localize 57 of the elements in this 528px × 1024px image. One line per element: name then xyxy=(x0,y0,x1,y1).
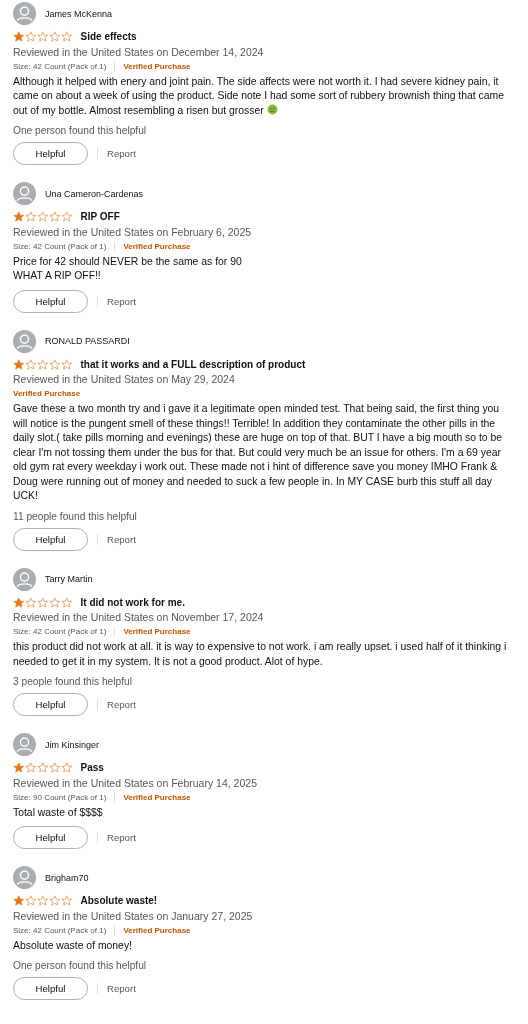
report-link[interactable]: Report xyxy=(107,295,136,307)
report-link[interactable]: Report xyxy=(107,832,136,843)
review-date: Reviewed in the United States on January 27, 2025 xyxy=(13,909,254,922)
helpful-count: One person found this helpful xyxy=(13,125,148,136)
helpful-count: 3 people found this helpful xyxy=(13,676,133,687)
helpful-count: 11 people found this helpful xyxy=(13,510,138,522)
review-date: Reviewed in the United States on December 14, 2024 xyxy=(13,45,265,58)
review-date: Reviewed in the United States on November 17, 2024 xyxy=(13,611,265,623)
report-link[interactable]: Report xyxy=(107,533,136,545)
verified-purchase: Verified Purchase xyxy=(123,627,191,636)
review-title[interactable]: RIP OFF xyxy=(80,211,120,223)
avatar-icon xyxy=(13,2,36,25)
helpful-button[interactable]: Helpful xyxy=(13,693,88,716)
review-text: Gave these a two month try and i gave it a legitimate open minded test. That being said, the first thing you will notice is the pungent smell of these things!! Terrible! In addition they contaminate the other pills in the daily slot.( take pills morning and evenings) these are huge on top of that. BUT I have a big mouth so to be clear I'm not tossing them under the bus for that. But could very much be an issue for others. I'm a 69 year old gym rat every weekday i work out. These made not i hint of difference save you money IMHO Frank & Doug were running out of money and needed to suck a few people in. In MY CASE burb this stuff all day UCK! xyxy=(13,402,504,503)
helpful-button[interactable]: Helpful xyxy=(13,826,88,849)
product-size[interactable]: Size: 42 Count (Pack of 1) xyxy=(13,241,107,251)
reviewer-name: James McKenna xyxy=(45,8,113,19)
helpful-button[interactable]: Helpful xyxy=(13,977,88,1000)
verified-purchase: Verified Purchase xyxy=(123,792,191,802)
reviewer-name: Jim Kinsinger xyxy=(45,739,100,750)
product-size[interactable]: Size: 90 Count (Pack of 1) xyxy=(13,792,107,802)
report-link[interactable]: Report xyxy=(107,699,136,710)
reviewer-name: Una Cameron-Cardenas xyxy=(45,188,144,199)
product-size[interactable]: Size: 42 Count (Pack of 1) xyxy=(13,61,107,71)
helpful-button[interactable]: Helpful xyxy=(13,527,88,551)
review-title[interactable]: Pass xyxy=(80,762,104,774)
verified-purchase: Verified Purchase xyxy=(123,241,191,251)
review-text: Total waste of $$$$ xyxy=(13,805,104,820)
reviewer-name: Brigham70 xyxy=(45,872,89,883)
product-size[interactable]: Size: 42 Count (Pack of 1) xyxy=(13,925,107,935)
review-text: this product did not work at all. it is way to expensive to not work. i am really upset. i used half of it thinking i needed to get it in my system. It is not a good product. Alot of hype. xyxy=(13,640,508,669)
helpful-count: One person found this helpful xyxy=(13,960,148,971)
helpful-button[interactable]: Helpful xyxy=(13,289,88,313)
report-link[interactable]: Report xyxy=(107,148,136,159)
review-date: Reviewed in the United States on February 14, 2025 xyxy=(13,776,258,789)
reviewer-name: Tarry Martin xyxy=(45,574,93,584)
avatar-icon xyxy=(13,567,36,591)
review-title[interactable]: It did not work for me. xyxy=(80,596,185,608)
review-title[interactable]: that it works and a FULL description of product xyxy=(80,358,306,370)
review-date: Reviewed in the United States on February 6, 2025 xyxy=(13,225,253,238)
report-link[interactable]: Report xyxy=(107,983,136,994)
helpful-button[interactable]: Helpful xyxy=(13,142,88,165)
reviewer-name: RONALD PASSARDI xyxy=(45,336,130,346)
review-text: Although it helped with enery and joint pain. The side affects were not worth it. I had severe kidney pain, it came on about a week of using the product. Side note I had some sort of rubbery brownish thing that came out of my bottle. Almost resembling a risen but grosser xyxy=(13,74,505,118)
review-text: Price for 42 should NEVER be the same as for 90 WHAT A RIP OFF!! xyxy=(13,254,243,283)
review-title[interactable]: Absolute waste! xyxy=(80,895,158,907)
verified-purchase: Verified Purchase xyxy=(123,925,191,935)
avatar-icon xyxy=(13,733,36,756)
avatar-icon xyxy=(13,866,36,889)
verified-purchase: Verified Purchase xyxy=(13,389,81,398)
verified-purchase: Verified Purchase xyxy=(123,61,191,71)
review-date: Reviewed in the United States on May 29, 2024 xyxy=(13,373,236,385)
avatar-icon xyxy=(13,329,36,353)
review-title[interactable]: Side effects xyxy=(80,31,137,43)
product-size[interactable]: Size: 42 Count (Pack of 1) xyxy=(13,627,107,636)
review-text: Absolute waste of money! xyxy=(13,938,133,953)
avatar-icon xyxy=(13,182,36,205)
